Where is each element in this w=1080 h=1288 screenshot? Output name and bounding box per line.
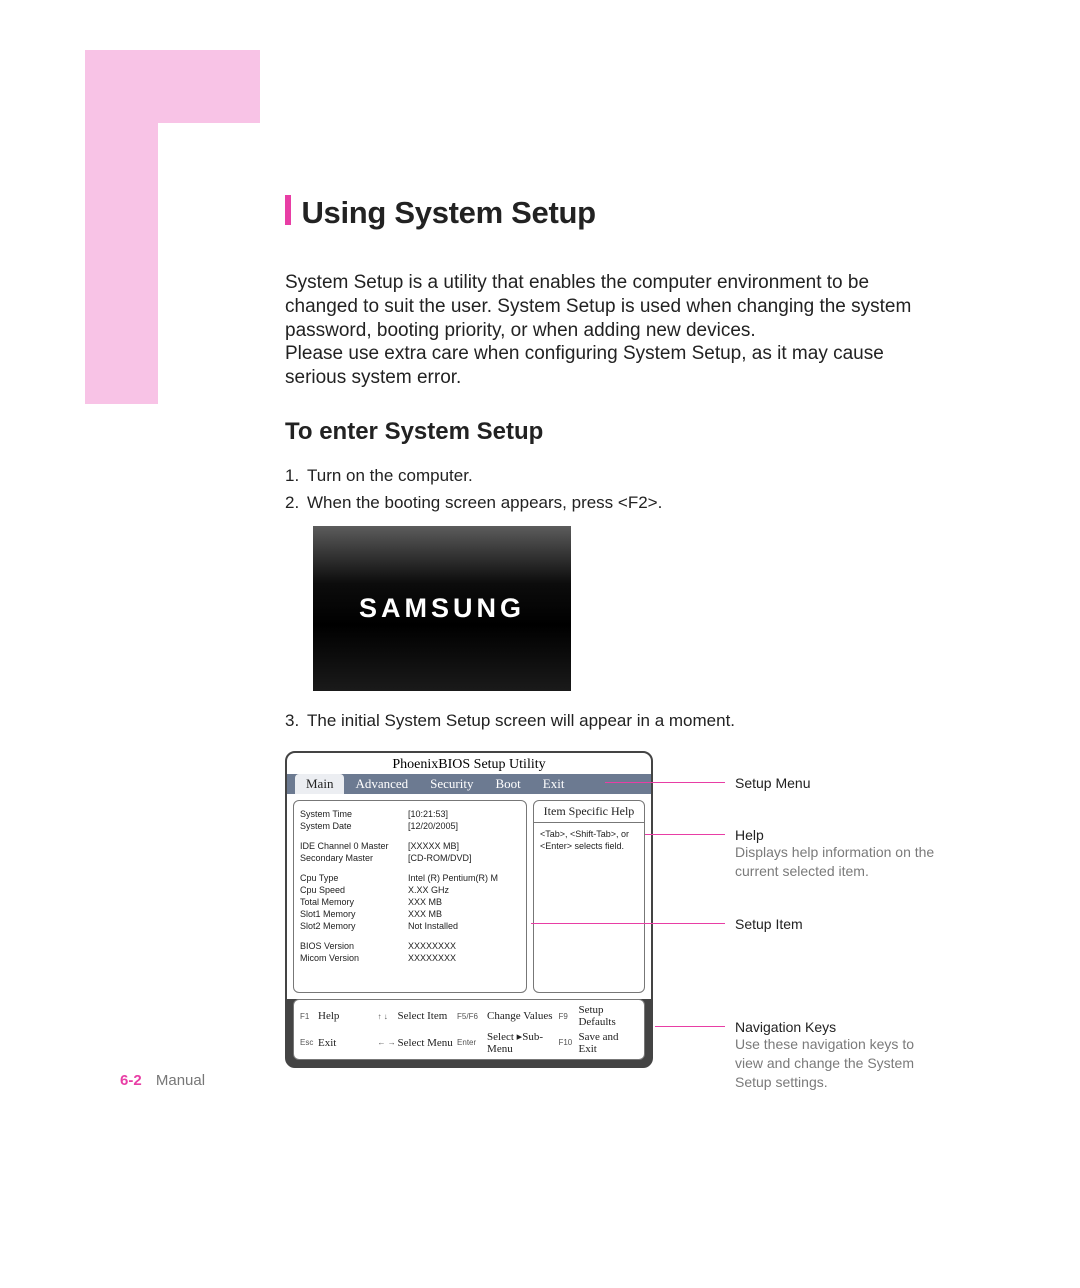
bios-tabs: Main Advanced Security Boot Exit: [287, 774, 651, 794]
nav-ud-v: Select Item: [398, 1010, 458, 1022]
title-accent-bar: [285, 195, 291, 225]
bios-window: PhoenixBIOS Setup Utility Main Advanced …: [285, 751, 653, 1068]
bios-title: PhoenixBIOS Setup Utility: [287, 753, 651, 774]
step-2: 2.When the booting screen appears, press…: [285, 491, 960, 515]
bios-tab-exit: Exit: [532, 774, 576, 794]
row-cpus-k: Cpu Speed: [300, 885, 408, 895]
nav-cv-k: F5/F6: [457, 1012, 487, 1021]
nav-f10-v: Save and Exit: [578, 1031, 638, 1055]
nav-lr-v: Select Menu: [398, 1037, 458, 1049]
nav-lr-k: ← →: [378, 1038, 398, 1047]
leader-line-icon: [655, 1026, 725, 1027]
leader-line-icon: [645, 834, 725, 835]
anno-nav-title: Navigation Keys: [735, 1019, 945, 1035]
anno-nav-keys: Navigation Keys Use these navigation key…: [735, 1019, 945, 1092]
page-title: Using System Setup: [301, 195, 595, 230]
nav-esc-v: Exit: [318, 1037, 378, 1049]
nav-cv-v: Change Values: [487, 1010, 558, 1022]
bios-tab-boot: Boot: [484, 774, 531, 794]
nav-ent-k: Enter: [457, 1038, 487, 1047]
page-label: Manual: [156, 1072, 205, 1089]
row-cput-v: Intel (R) Pentium(R) M: [408, 873, 498, 883]
row-time-v: [10:21:53]: [408, 809, 448, 819]
row-s2-k: Slot2 Memory: [300, 921, 408, 931]
nav-ent-v: Select ▸Sub-Menu: [487, 1030, 558, 1055]
page-content: Using System Setup System Setup is a uti…: [285, 195, 960, 1068]
row-s1-v: XXX MB: [408, 909, 442, 919]
nav-f1-v: Help: [318, 1010, 378, 1022]
nav-f9-k: F9: [558, 1012, 578, 1021]
nav-ud-k: ↑ ↓: [378, 1012, 398, 1021]
bios-figure: PhoenixBIOS Setup Utility Main Advanced …: [285, 751, 975, 1068]
row-ide-k: IDE Channel 0 Master: [300, 841, 408, 851]
bios-tab-security: Security: [419, 774, 484, 794]
row-tmem-v: XXX MB: [408, 897, 442, 907]
anno-help-desc: Displays help information on the current…: [735, 843, 945, 881]
anno-setup-item: Setup Item: [735, 916, 803, 932]
bios-help-title: Item Specific Help: [534, 801, 644, 823]
anno-setup-item-text: Setup Item: [735, 916, 803, 932]
bios-tab-main: Main: [295, 774, 344, 794]
decorative-corner-side: [85, 50, 158, 404]
step-3: 3.The initial System Setup screen will a…: [285, 709, 960, 733]
intro-paragraph: System Setup is a utility that enables t…: [285, 271, 935, 390]
bios-help-body: <Tab>, <Shift-Tab>, or <Enter> selects f…: [534, 823, 644, 858]
row-date-v: [12/20/2005]: [408, 821, 458, 831]
nav-f9-v: Setup Defaults: [578, 1004, 638, 1028]
nav-f10-k: F10: [558, 1038, 578, 1047]
bios-tab-advanced: Advanced: [344, 774, 419, 794]
bios-nav-footer: F1Help ↑ ↓Select Item F5/F6Change Values…: [293, 999, 645, 1060]
row-sec-v: [CD-ROM/DVD]: [408, 853, 472, 863]
page-number: 6-2: [120, 1072, 142, 1089]
anno-setup-menu: Setup Menu: [735, 775, 811, 791]
bios-help-panel: Item Specific Help <Tab>, <Shift-Tab>, o…: [533, 800, 645, 993]
page-title-row: Using System Setup: [285, 195, 960, 231]
step-2-text: When the booting screen appears, press <…: [307, 493, 662, 512]
row-cpus-v: X.XX GHz: [408, 885, 449, 895]
row-sec-k: Secondary Master: [300, 853, 408, 863]
leader-line-icon: [531, 923, 725, 924]
bios-main-panel: System Time[10:21:53] System Date[12/20/…: [293, 800, 527, 993]
step-3-text: The initial System Setup screen will app…: [307, 711, 735, 730]
section-heading: To enter System Setup: [285, 418, 960, 446]
row-micom-v: XXXXXXXX: [408, 953, 456, 963]
samsung-boot-screen: SAMSUNG: [313, 526, 571, 691]
samsung-logo-text: SAMSUNG: [359, 590, 525, 628]
row-s2-v: Not Installed: [408, 921, 458, 931]
anno-help-title: Help: [735, 827, 945, 843]
row-bios-v: XXXXXXXX: [408, 941, 456, 951]
row-time-k: System Time: [300, 809, 408, 819]
anno-help: Help Displays help information on the cu…: [735, 827, 945, 881]
anno-nav-desc: Use these navigation keys to view and ch…: [735, 1035, 945, 1092]
row-tmem-k: Total Memory: [300, 897, 408, 907]
row-cput-k: Cpu Type: [300, 873, 408, 883]
step-1-text: Turn on the computer.: [307, 466, 473, 485]
row-micom-k: Micom Version: [300, 953, 408, 963]
row-date-k: System Date: [300, 821, 408, 831]
row-ide-v: [XXXXX MB]: [408, 841, 459, 851]
steps-list: 1.Turn on the computer. 2.When the booti…: [285, 464, 960, 733]
step-1: 1.Turn on the computer.: [285, 464, 960, 488]
nav-esc-k: Esc: [300, 1038, 318, 1047]
anno-setup-menu-text: Setup Menu: [735, 775, 811, 791]
page-footer: 6-2 Manual: [120, 1072, 205, 1089]
nav-f1-k: F1: [300, 1012, 318, 1021]
row-s1-k: Slot1 Memory: [300, 909, 408, 919]
row-bios-k: BIOS Version: [300, 941, 408, 951]
leader-line-icon: [605, 782, 725, 783]
